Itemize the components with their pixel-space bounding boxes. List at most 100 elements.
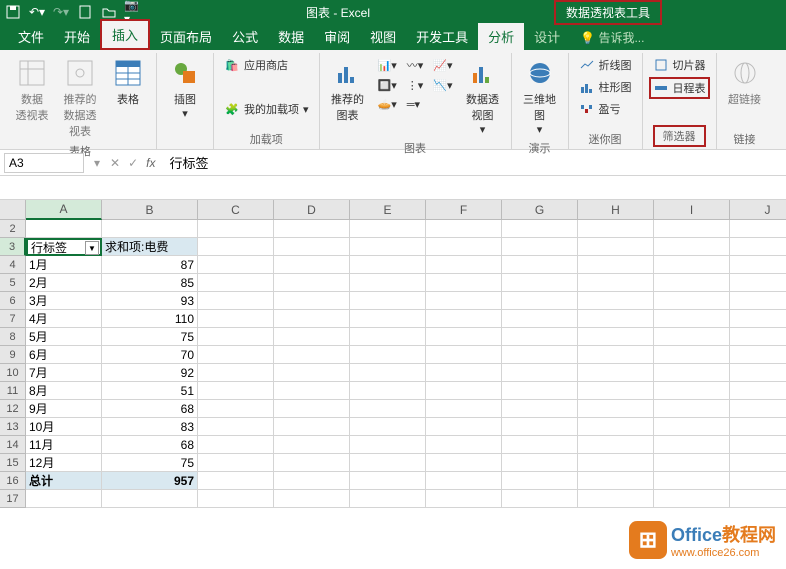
tab-developer[interactable]: 开发工具 xyxy=(406,23,478,50)
cell[interactable] xyxy=(274,382,350,400)
cell[interactable]: 110 xyxy=(102,310,198,328)
cell[interactable] xyxy=(502,328,578,346)
cell[interactable] xyxy=(578,490,654,508)
row-header[interactable]: 17 xyxy=(0,490,26,508)
tab-data[interactable]: 数据 xyxy=(268,23,314,50)
bar-chart-icon[interactable]: ═▾ xyxy=(403,96,424,113)
cell[interactable] xyxy=(730,364,786,382)
my-addins-button[interactable]: 🧩我的加载项 ▾ xyxy=(220,99,313,119)
cell[interactable] xyxy=(350,418,426,436)
hyperlink-button[interactable]: 超链接 xyxy=(723,55,767,109)
cell[interactable]: 957 xyxy=(102,472,198,490)
row-header[interactable]: 15 xyxy=(0,454,26,472)
column-header[interactable]: C xyxy=(198,200,274,220)
cell[interactable] xyxy=(654,436,730,454)
cell[interactable] xyxy=(654,454,730,472)
tab-formulas[interactable]: 公式 xyxy=(222,23,268,50)
cell[interactable] xyxy=(274,274,350,292)
cell[interactable] xyxy=(502,310,578,328)
hierarchy-chart-icon[interactable]: 🔲▾ xyxy=(374,77,401,94)
cell[interactable] xyxy=(198,328,274,346)
cell[interactable] xyxy=(350,472,426,490)
tab-home[interactable]: 开始 xyxy=(54,23,100,50)
cell[interactable] xyxy=(198,436,274,454)
cell[interactable] xyxy=(730,454,786,472)
cell[interactable] xyxy=(350,490,426,508)
timeline-button[interactable]: 日程表 xyxy=(649,77,710,99)
cell[interactable]: 75 xyxy=(102,454,198,472)
cell[interactable] xyxy=(102,220,198,238)
cell[interactable] xyxy=(502,220,578,238)
cell[interactable] xyxy=(350,220,426,238)
cell[interactable] xyxy=(730,382,786,400)
cell[interactable]: 70 xyxy=(102,346,198,364)
select-all-corner[interactable] xyxy=(0,200,26,220)
column-header[interactable]: E xyxy=(350,200,426,220)
cell[interactable] xyxy=(578,346,654,364)
cell[interactable] xyxy=(654,274,730,292)
cell[interactable]: 11月 xyxy=(26,436,102,454)
column-chart-icon[interactable]: 📊▾ xyxy=(374,55,401,75)
row-header[interactable]: 10 xyxy=(0,364,26,382)
cell[interactable] xyxy=(198,364,274,382)
row-header[interactable]: 14 xyxy=(0,436,26,454)
cell[interactable] xyxy=(426,274,502,292)
cell[interactable] xyxy=(654,490,730,508)
cell[interactable] xyxy=(274,310,350,328)
confirm-icon[interactable]: ✓ xyxy=(128,156,138,170)
tab-view[interactable]: 视图 xyxy=(360,23,406,50)
cell[interactable] xyxy=(198,400,274,418)
undo-icon[interactable]: ↶▾ xyxy=(28,3,46,21)
cell[interactable] xyxy=(274,454,350,472)
cell[interactable]: 10月 xyxy=(26,418,102,436)
cell[interactable]: 总计 xyxy=(26,472,102,490)
tab-analyze[interactable]: 分析 xyxy=(478,23,524,50)
cell[interactable]: 4月 xyxy=(26,310,102,328)
cell[interactable] xyxy=(274,400,350,418)
column-header[interactable]: F xyxy=(426,200,502,220)
name-box[interactable] xyxy=(4,153,84,173)
cell[interactable] xyxy=(730,292,786,310)
cell[interactable] xyxy=(198,310,274,328)
cell[interactable] xyxy=(198,472,274,490)
row-header[interactable]: 11 xyxy=(0,382,26,400)
cell[interactable] xyxy=(274,256,350,274)
scatter-chart-icon[interactable]: ⋮▾ xyxy=(403,77,428,94)
cell[interactable] xyxy=(274,328,350,346)
tab-file[interactable]: 文件 xyxy=(8,23,54,50)
cell[interactable]: 51 xyxy=(102,382,198,400)
cancel-icon[interactable]: ✕ xyxy=(110,156,120,170)
cell[interactable] xyxy=(274,292,350,310)
cell[interactable] xyxy=(502,274,578,292)
cell[interactable] xyxy=(350,364,426,382)
sparkline-column-button[interactable]: 柱形图 xyxy=(575,77,636,97)
cell[interactable] xyxy=(654,238,730,256)
cell[interactable] xyxy=(578,328,654,346)
cell[interactable] xyxy=(198,256,274,274)
filter-dropdown-icon[interactable]: ▼ xyxy=(85,241,99,255)
namebox-dropdown[interactable]: ▾ xyxy=(90,156,104,170)
cell[interactable] xyxy=(730,274,786,292)
cell[interactable] xyxy=(730,220,786,238)
cell[interactable] xyxy=(274,346,350,364)
cell[interactable] xyxy=(654,292,730,310)
cell[interactable] xyxy=(102,490,198,508)
cell[interactable] xyxy=(730,436,786,454)
cell[interactable] xyxy=(578,220,654,238)
cell[interactable] xyxy=(502,346,578,364)
cell[interactable] xyxy=(502,490,578,508)
cell[interactable] xyxy=(350,328,426,346)
cell[interactable] xyxy=(578,472,654,490)
cell[interactable] xyxy=(730,238,786,256)
cell[interactable]: 6月 xyxy=(26,346,102,364)
cell[interactable] xyxy=(578,256,654,274)
cell[interactable] xyxy=(502,436,578,454)
cell[interactable]: 9月 xyxy=(26,400,102,418)
cell[interactable] xyxy=(730,346,786,364)
cell[interactable] xyxy=(350,310,426,328)
fx-icon[interactable]: fx xyxy=(146,156,155,170)
new-icon[interactable] xyxy=(76,3,94,21)
cell[interactable] xyxy=(502,238,578,256)
column-header[interactable]: A xyxy=(26,200,102,220)
cell[interactable] xyxy=(26,490,102,508)
